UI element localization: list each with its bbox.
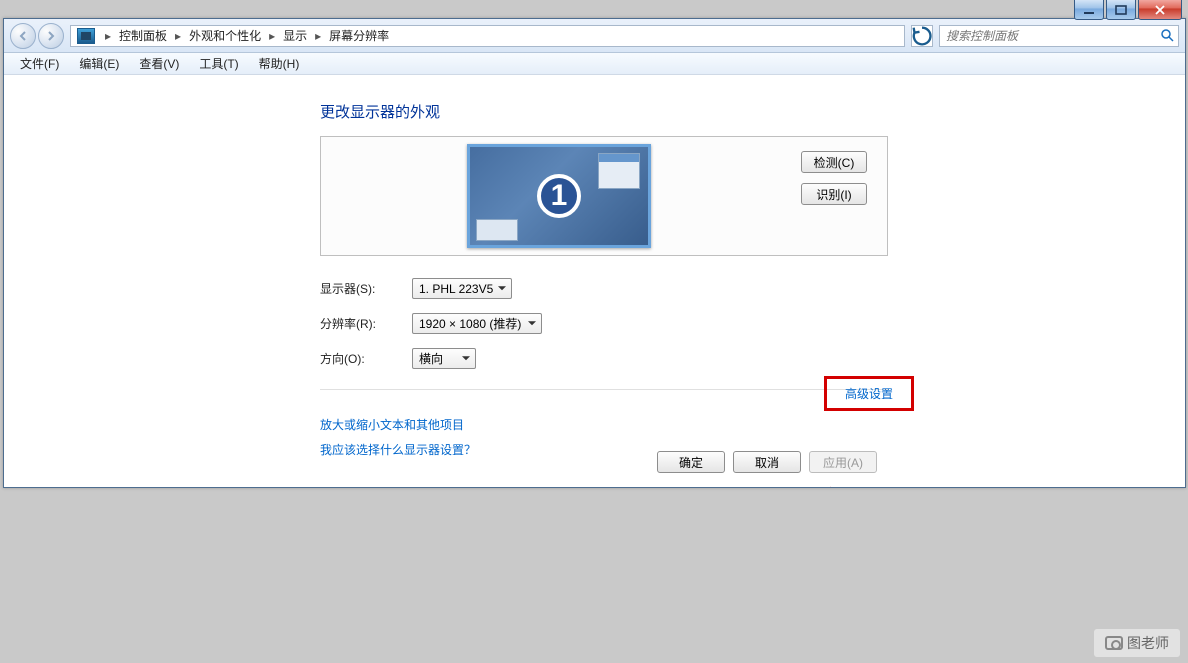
display-help-link[interactable]: 我应该选择什么显示器设置？ bbox=[320, 443, 476, 457]
resolution-label: 分辨率(R): bbox=[320, 315, 412, 332]
breadcrumb-item[interactable]: 控制面板 bbox=[117, 26, 169, 46]
display-select[interactable]: 1. PHL 223V5 bbox=[412, 278, 512, 299]
orientation-select[interactable]: 横向 bbox=[412, 348, 476, 369]
refresh-button[interactable] bbox=[911, 25, 933, 47]
apply-button: 应用(A) bbox=[809, 451, 877, 473]
control-panel-window: ▸ 控制面板 ▸ 外观和个性化 ▸ 显示 ▸ 屏幕分辨率 文件(F) 编辑(E)… bbox=[3, 18, 1186, 488]
menu-view[interactable]: 查看(V) bbox=[129, 53, 189, 74]
detect-button[interactable]: 检测(C) bbox=[801, 151, 867, 173]
address-bar: ▸ 控制面板 ▸ 外观和个性化 ▸ 显示 ▸ 屏幕分辨率 bbox=[4, 19, 1185, 53]
breadcrumb-item[interactable]: 显示 bbox=[281, 26, 309, 46]
breadcrumb[interactable]: ▸ 控制面板 ▸ 外观和个性化 ▸ 显示 ▸ 屏幕分辨率 bbox=[70, 25, 905, 47]
advanced-settings-link[interactable]: 高级设置 bbox=[845, 387, 893, 401]
search-box[interactable] bbox=[939, 25, 1179, 47]
watermark: 图老师 bbox=[1094, 629, 1180, 657]
menu-edit[interactable]: 编辑(E) bbox=[69, 53, 129, 74]
window-controls bbox=[1074, 0, 1182, 20]
content-area: 更改显示器的外观 1 检测(C) 识别(I) 显示器(S): 1. PHL 22… bbox=[4, 75, 1185, 487]
close-button[interactable] bbox=[1138, 0, 1182, 20]
chevron-right-icon: ▸ bbox=[263, 26, 281, 46]
mini-taskbar-icon bbox=[476, 219, 518, 241]
menu-help[interactable]: 帮助(H) bbox=[249, 53, 310, 74]
orientation-label: 方向(O): bbox=[320, 350, 412, 367]
watermark-text: 图老师 bbox=[1127, 633, 1169, 653]
chevron-right-icon: ▸ bbox=[169, 26, 187, 46]
control-panel-icon bbox=[77, 28, 95, 44]
chevron-right-icon: ▸ bbox=[309, 26, 327, 46]
maximize-button[interactable] bbox=[1106, 0, 1136, 20]
chevron-right-icon: ▸ bbox=[99, 26, 117, 46]
menu-bar: 文件(F) 编辑(E) 查看(V) 工具(T) 帮助(H) bbox=[4, 53, 1185, 75]
page-title: 更改显示器的外观 bbox=[320, 101, 888, 122]
display-label: 显示器(S): bbox=[320, 280, 412, 297]
cancel-button[interactable]: 取消 bbox=[733, 451, 801, 473]
mini-window-icon bbox=[598, 153, 640, 189]
menu-tools[interactable]: 工具(T) bbox=[189, 53, 248, 74]
breadcrumb-item[interactable]: 屏幕分辨率 bbox=[327, 26, 391, 46]
search-input[interactable] bbox=[944, 28, 1161, 44]
nav-back-button[interactable] bbox=[10, 23, 36, 49]
breadcrumb-item[interactable]: 外观和个性化 bbox=[187, 26, 263, 46]
dialog-buttons: 确定 取消 应用(A) bbox=[657, 451, 877, 473]
text-size-link[interactable]: 放大或缩小文本和其他项目 bbox=[320, 418, 464, 432]
monitor-preview[interactable]: 1 bbox=[467, 144, 651, 248]
annotation-arrow-icon bbox=[781, 483, 836, 487]
display-preview-panel: 1 检测(C) 识别(I) bbox=[320, 136, 888, 256]
minimize-button[interactable] bbox=[1074, 0, 1104, 20]
menu-file[interactable]: 文件(F) bbox=[10, 53, 69, 74]
identify-button[interactable]: 识别(I) bbox=[801, 183, 867, 205]
camera-icon bbox=[1105, 636, 1123, 650]
search-icon bbox=[1161, 29, 1174, 42]
nav-forward-button[interactable] bbox=[38, 23, 64, 49]
advanced-settings-highlight: 高级设置 bbox=[824, 376, 914, 411]
monitor-number-badge: 1 bbox=[537, 174, 581, 218]
ok-button[interactable]: 确定 bbox=[657, 451, 725, 473]
resolution-select[interactable]: 1920 × 1080 (推荐) bbox=[412, 313, 542, 334]
